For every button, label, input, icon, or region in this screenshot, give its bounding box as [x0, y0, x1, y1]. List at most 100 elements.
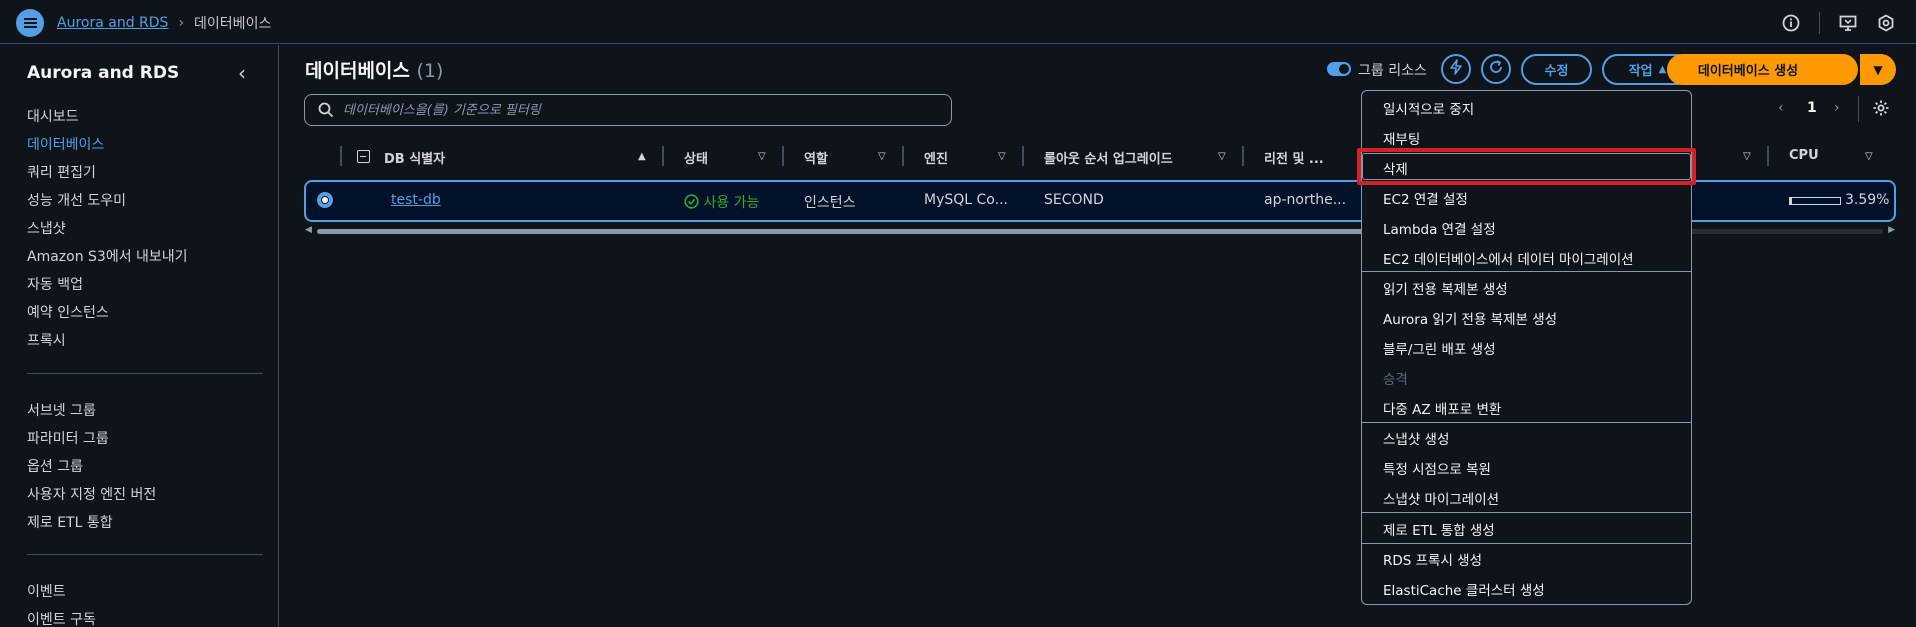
- column-header-role[interactable]: 역할: [804, 148, 828, 167]
- column-header-engine[interactable]: 엔진: [924, 148, 948, 167]
- menu-item-restore-point-in-time[interactable]: 특정 시점으로 복원: [1383, 458, 1491, 478]
- menu-divider: [1362, 543, 1691, 544]
- collapse-all-icon[interactable]: [357, 150, 370, 163]
- scrollbar-thumb[interactable]: [317, 229, 1387, 234]
- sidebar-item-proxies[interactable]: 프록시: [27, 330, 66, 350]
- sidebar-item-option-groups[interactable]: 옵션 그룹: [27, 456, 83, 476]
- sidebar-divider: [27, 554, 263, 555]
- sort-ascending-icon[interactable]: ▲: [638, 151, 646, 162]
- sidebar-item-automated-backups[interactable]: 자동 백업: [27, 274, 83, 294]
- page-title-text: 데이터베이스: [305, 60, 410, 82]
- check-circle-icon: [684, 194, 703, 211]
- menu-item-create-snapshot[interactable]: 스냅샷 생성: [1383, 428, 1449, 448]
- column-separator: [902, 146, 904, 166]
- sidebar-item-snapshots[interactable]: 스냅샷: [27, 218, 66, 238]
- modify-button[interactable]: 수정: [1521, 54, 1592, 85]
- column-separator: [340, 146, 342, 166]
- menu-item-create-rds-proxy[interactable]: RDS 프록시 생성: [1383, 549, 1482, 569]
- actions-label: 작업: [1628, 64, 1653, 79]
- sort-icon[interactable]: ▽: [998, 151, 1006, 162]
- menu-item-lambda-connection[interactable]: Lambda 연결 설정: [1383, 218, 1496, 238]
- menu-item-promote: 승격: [1383, 372, 1408, 388]
- sort-icon[interactable]: ▽: [1218, 151, 1226, 162]
- insights-button[interactable]: [1441, 54, 1471, 84]
- column-separator: [1242, 146, 1244, 166]
- page-title-count: (1): [416, 60, 444, 82]
- column-separator: [1767, 146, 1769, 166]
- create-database-dropdown-button[interactable]: ▼: [1860, 54, 1896, 85]
- sidebar-item-event-subscriptions[interactable]: 이벤트 구독: [27, 609, 96, 627]
- menu-divider: [1362, 512, 1691, 513]
- sort-icon[interactable]: ▽: [878, 151, 886, 162]
- table-preferences-gear-icon[interactable]: [1872, 99, 1890, 121]
- column-header-cpu[interactable]: CPU: [1789, 148, 1819, 163]
- hamburger-menu-button[interactable]: [16, 9, 44, 37]
- sidebar-item-performance-insights[interactable]: 성능 개선 도우미: [27, 190, 126, 210]
- column-separator: [782, 146, 784, 166]
- chevron-right-icon: ›: [178, 15, 185, 31]
- role-cell: 인스턴스: [804, 195, 856, 211]
- create-database-label: 데이터베이스 생성: [1697, 64, 1799, 79]
- scroll-left-icon[interactable]: ◀: [305, 225, 312, 235]
- refresh-button[interactable]: [1481, 54, 1511, 84]
- group-resources-toggle[interactable]: [1327, 62, 1351, 76]
- create-database-button[interactable]: 데이터베이스 생성: [1667, 54, 1858, 85]
- cpu-progress-bar: [1789, 197, 1841, 205]
- menu-item-create-blue-green[interactable]: 블루/그린 배포 생성: [1383, 338, 1496, 358]
- menu-item-ec2-connection[interactable]: EC2 연결 설정: [1383, 188, 1468, 208]
- filter-search-box: [304, 94, 952, 126]
- sidebar-item-dashboard[interactable]: 대시보드: [27, 106, 79, 126]
- menu-item-create-zero-etl[interactable]: 제로 ETL 통합 생성: [1383, 519, 1495, 539]
- sidebar-item-events[interactable]: 이벤트: [27, 581, 66, 601]
- sidebar-item-databases[interactable]: 데이터베이스: [27, 134, 104, 154]
- delete-item-highlight-box: [1357, 148, 1696, 185]
- refresh-icon: [1488, 59, 1504, 79]
- sidebar-item-reserved-instances[interactable]: 예약 인스턴스: [27, 302, 109, 322]
- filter-input[interactable]: [343, 100, 943, 120]
- page-number[interactable]: 1: [1807, 100, 1817, 116]
- sidebar-item-query-editor[interactable]: 쿼리 편집기: [27, 162, 96, 182]
- scroll-right-icon[interactable]: ▶: [1888, 225, 1895, 235]
- rollout-cell: SECOND: [1044, 192, 1104, 208]
- search-icon: [318, 102, 334, 122]
- sidebar-item-zero-etl[interactable]: 제로 ETL 통합: [27, 512, 113, 532]
- hamburger-icon: [23, 16, 37, 30]
- sort-icon[interactable]: ▽: [1743, 151, 1751, 162]
- sidebar-item-s3-export[interactable]: Amazon S3에서 내보내기: [27, 246, 188, 266]
- breadcrumb-link-aurora-rds[interactable]: Aurora and RDS: [57, 15, 168, 31]
- previous-page-icon[interactable]: ‹: [1778, 100, 1784, 116]
- db-id-link[interactable]: test-db: [391, 192, 441, 208]
- row-select-radio[interactable]: [317, 192, 333, 208]
- menu-item-reboot[interactable]: 재부팅: [1383, 128, 1420, 148]
- status-text: 사용 가능: [703, 195, 760, 211]
- next-page-icon[interactable]: ›: [1834, 100, 1840, 116]
- menu-divider: [1362, 271, 1691, 272]
- menu-item-create-aurora-read-replica[interactable]: Aurora 읽기 전용 복제본 생성: [1383, 308, 1557, 328]
- cpu-value: 3.59%: [1845, 192, 1890, 208]
- column-header-rollout[interactable]: 롤아웃 순서 업그레이드: [1044, 148, 1173, 167]
- collapse-sidebar-icon[interactable]: ‹: [238, 61, 246, 85]
- menu-item-stop-temporarily[interactable]: 일시적으로 중지: [1383, 98, 1474, 118]
- menu-item-migrate-snapshot[interactable]: 스냅샷 마이그레이션: [1383, 488, 1499, 508]
- sort-icon[interactable]: ▽: [758, 151, 766, 162]
- info-icon[interactable]: [1781, 13, 1801, 33]
- sidebar-item-subnet-groups[interactable]: 서브넷 그룹: [27, 400, 96, 420]
- group-resources-label: 그룹 리소스: [1358, 63, 1427, 79]
- column-separator: [662, 146, 664, 166]
- sidebar-item-parameter-groups[interactable]: 파라미터 그룹: [27, 428, 109, 448]
- page-title: 데이터베이스 (1): [305, 56, 443, 83]
- column-header-region[interactable]: 리전 및 ...: [1264, 148, 1324, 167]
- caret-down-icon: ▼: [1873, 62, 1883, 77]
- menu-item-convert-multi-az[interactable]: 다중 AZ 배포로 변환: [1383, 398, 1501, 418]
- settings-hexagon-icon[interactable]: [1876, 13, 1896, 33]
- menu-item-ec2-migration[interactable]: EC2 데이터베이스에서 데이터 마이그레이션: [1383, 248, 1634, 268]
- menu-item-create-elasticache[interactable]: ElastiCache 클러스터 생성: [1383, 579, 1545, 599]
- feedback-screen-icon[interactable]: [1838, 13, 1858, 33]
- cpu-progress-fill: [1790, 198, 1792, 204]
- column-header-status[interactable]: 상태: [684, 148, 708, 167]
- column-header-db-id[interactable]: DB 식별자: [384, 148, 445, 167]
- menu-item-create-read-replica[interactable]: 읽기 전용 복제본 생성: [1383, 278, 1508, 298]
- breadcrumb-current: 데이터베이스: [194, 16, 272, 32]
- sort-icon[interactable]: ▽: [1865, 151, 1873, 162]
- sidebar-item-custom-engine-versions[interactable]: 사용자 지정 엔진 버전: [27, 484, 156, 504]
